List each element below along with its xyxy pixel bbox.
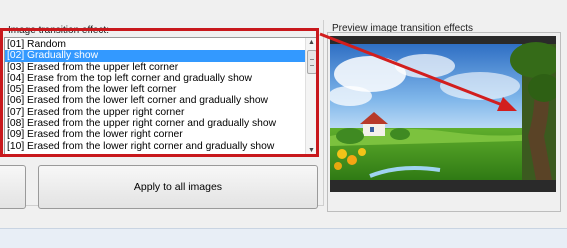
bottom-status-strip bbox=[0, 228, 567, 248]
list-item[interactable]: [01] Random bbox=[5, 39, 305, 50]
transition-effect-list: [01] Random [02] Gradually show [03] Erase… bbox=[5, 39, 305, 152]
list-item[interactable]: [10] Erased from the lower right corner … bbox=[5, 141, 305, 152]
left-action-button[interactable] bbox=[0, 165, 26, 209]
landscape-preview-picture bbox=[330, 36, 556, 192]
list-item[interactable]: [04] Erase from the top left corner and … bbox=[5, 73, 305, 84]
list-item[interactable]: [06] Erased from the lower left corner a… bbox=[5, 95, 305, 106]
list-item[interactable]: [07] Erased from the upper right corner bbox=[5, 107, 305, 118]
list-item[interactable]: [03] Erased from the upper left corner bbox=[5, 62, 305, 73]
transition-effect-label: Image transition effect: bbox=[6, 25, 111, 36]
list-item[interactable]: [02] Gradually show bbox=[5, 50, 305, 62]
preview-image bbox=[330, 36, 556, 192]
scroll-down-arrow-icon[interactable]: ▼ bbox=[306, 146, 317, 156]
listbox-scrollbar[interactable]: ▲ ▼ bbox=[305, 38, 317, 156]
list-item[interactable]: [08] Erased from the upper right corner … bbox=[5, 118, 305, 129]
scroll-up-arrow-icon[interactable]: ▲ bbox=[306, 38, 317, 48]
apply-to-all-images-button[interactable]: Apply to all images bbox=[38, 165, 318, 209]
list-item[interactable]: [09] Erased from the lower right corner bbox=[5, 129, 305, 140]
transition-effect-listbox[interactable]: [01] Random [02] Gradually show [03] Erase… bbox=[4, 37, 318, 157]
list-item[interactable]: [05] Erased from the lower left corner bbox=[5, 84, 305, 95]
scrollbar-thumb[interactable] bbox=[307, 50, 317, 74]
